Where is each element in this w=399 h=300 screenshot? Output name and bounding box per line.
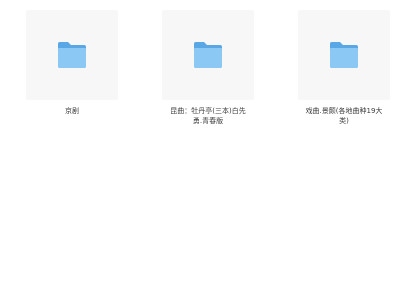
folder-icon <box>193 41 223 69</box>
folder-thumbnail[interactable] <box>26 10 118 100</box>
folder-item[interactable]: 昆曲：牡丹亭(三本)白先勇.青春版 <box>162 10 254 126</box>
folder-name[interactable]: 戏曲.景颇(各地曲种19大类) <box>298 106 390 126</box>
folder-icon <box>57 41 87 69</box>
folder-name[interactable]: 京剧 <box>26 106 118 116</box>
folder-name[interactable]: 昆曲：牡丹亭(三本)白先勇.青春版 <box>162 106 254 126</box>
folder-thumbnail[interactable] <box>298 10 390 100</box>
folder-item[interactable]: 京剧 <box>26 10 118 116</box>
file-grid: 京剧 昆曲：牡丹亭(三本)白先勇.青春版 戏曲.景颇(各地曲种19大类) <box>0 0 399 300</box>
folder-icon <box>329 41 359 69</box>
folder-thumbnail[interactable] <box>162 10 254 100</box>
folder-item[interactable]: 戏曲.景颇(各地曲种19大类) <box>298 10 390 126</box>
